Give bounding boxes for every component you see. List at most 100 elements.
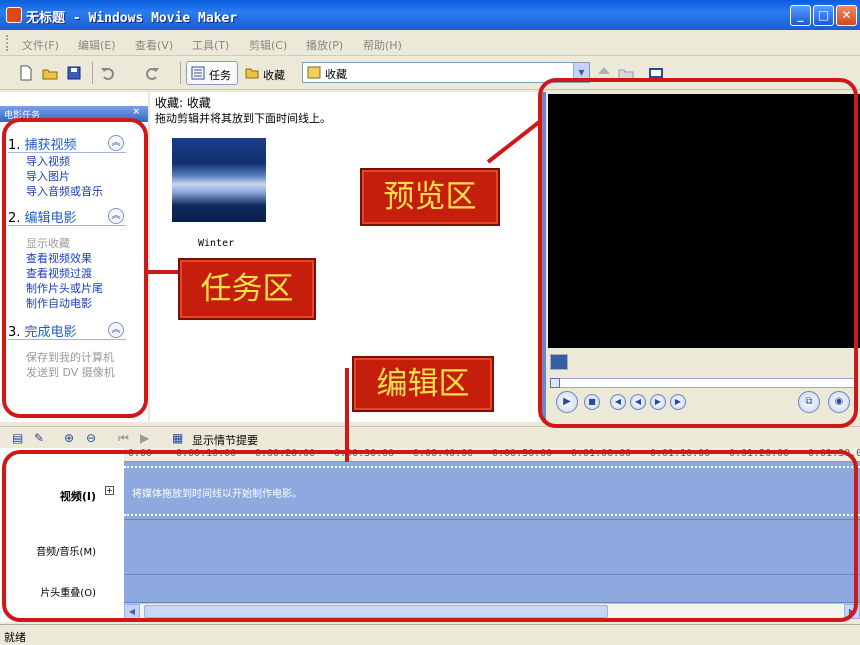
task-section-edit[interactable]: 2. 编辑电影 bbox=[8, 207, 77, 226]
main-toolbar: 任务 收藏 收藏 ▼ bbox=[0, 56, 860, 90]
collection-icon bbox=[307, 66, 321, 79]
task-divider bbox=[8, 339, 126, 340]
menu-clip[interactable]: 剪辑(C) bbox=[249, 37, 287, 53]
take-picture-icon[interactable]: ◉ bbox=[828, 391, 850, 413]
ruler-tick: 0:00:10.00 bbox=[176, 448, 237, 459]
preview-monitor: ▶ ■ ◀ ◀ ▶ ▶ ⧉ ◉ bbox=[542, 92, 860, 422]
audio-track[interactable] bbox=[124, 520, 860, 575]
undo-icon[interactable] bbox=[100, 65, 116, 81]
show-storyboard-button[interactable]: 显示情节提要 bbox=[192, 432, 258, 448]
next-frame-icon[interactable]: ▶ bbox=[670, 394, 686, 410]
track-dotted-line bbox=[124, 466, 860, 468]
new-collection-folder-icon[interactable] bbox=[618, 65, 634, 81]
preview-screen bbox=[548, 94, 860, 348]
timeline: 视频(I) + 音频/音乐(M) 片头重叠(O) 0:00 0:00:10.00… bbox=[0, 448, 860, 622]
collections-button[interactable]: 收藏 bbox=[240, 61, 296, 85]
task-link-import-picture[interactable]: 导入图片 bbox=[26, 168, 70, 184]
open-project-icon[interactable] bbox=[42, 65, 58, 81]
collapse-icon[interactable]: ︽ bbox=[108, 135, 124, 151]
task-link-make-titles[interactable]: 制作片头或片尾 bbox=[26, 280, 103, 296]
narrate-timeline-icon[interactable]: ✎ bbox=[34, 431, 48, 445]
scroll-left-icon[interactable]: ◀ bbox=[124, 604, 140, 619]
clip-name: Winter bbox=[198, 238, 235, 249]
collections-folder-icon bbox=[245, 68, 259, 79]
ruler-tick: 0:00:20.00 bbox=[255, 448, 316, 459]
chevron-down-icon[interactable]: ▼ bbox=[573, 63, 589, 82]
task-section-finish[interactable]: 3. 完成电影 bbox=[8, 321, 77, 340]
seek-bar-handle[interactable] bbox=[550, 378, 560, 388]
collapse-icon[interactable]: ︽ bbox=[108, 322, 124, 338]
task-section-capture[interactable]: 1. 捕获视频 bbox=[8, 134, 77, 153]
menu-grip bbox=[6, 35, 9, 51]
collection-hint: 拖动剪辑并将其放到下面时间线上。 bbox=[155, 112, 331, 125]
task-link-view-effects[interactable]: 查看视频效果 bbox=[26, 250, 92, 266]
collection-select-value: 收藏 bbox=[325, 68, 347, 81]
stop-icon[interactable]: ■ bbox=[584, 394, 600, 410]
title-overlay-track[interactable] bbox=[124, 575, 860, 603]
menu-help[interactable]: 帮助(H) bbox=[363, 37, 402, 53]
fullscreen-icon[interactable] bbox=[550, 354, 568, 370]
tasks-label: 任务 bbox=[209, 69, 231, 82]
track-label-title-overlay: 片头重叠(O) bbox=[40, 588, 96, 599]
task-pane-title: 电影任务 bbox=[4, 111, 41, 121]
rewind-timeline-icon[interactable]: ⏮ bbox=[118, 431, 132, 445]
collection-select[interactable]: 收藏 ▼ bbox=[302, 62, 590, 83]
new-project-icon[interactable] bbox=[18, 65, 34, 81]
scroll-right-icon[interactable]: ▶ bbox=[844, 604, 860, 619]
fast-forward-icon[interactable]: ▶ bbox=[650, 394, 666, 410]
play-icon[interactable]: ▶ bbox=[556, 391, 578, 413]
task-pane-close-icon[interactable]: × bbox=[132, 107, 140, 117]
maximize-button[interactable]: □ bbox=[813, 5, 834, 26]
video-track[interactable]: 将媒体拖放到时间线以开始制作电影。 bbox=[124, 462, 860, 520]
timeline-ruler[interactable]: 0:00 0:00:10.00 0:00:20.00 0:00:30.00 0:… bbox=[124, 448, 860, 462]
preview-area-callout: 预览区 bbox=[360, 168, 500, 226]
ruler-tick: 0:01:30.00 bbox=[808, 448, 860, 459]
zoom-in-icon[interactable]: ⊕ bbox=[64, 431, 78, 445]
task-link-view-transitions[interactable]: 查看视频过渡 bbox=[26, 265, 92, 281]
menu-edit[interactable]: 编辑(E) bbox=[78, 37, 116, 53]
track-label-audio: 音频/音乐(M) bbox=[36, 547, 96, 558]
task-pane-header: 电影任务 × bbox=[0, 106, 148, 122]
task-link-import-video[interactable]: 导入视频 bbox=[26, 153, 70, 169]
seek-bar[interactable] bbox=[550, 378, 858, 388]
task-link-save-to-computer: 保存到我的计算机 bbox=[26, 351, 114, 364]
status-text: 就绪 bbox=[4, 631, 26, 644]
window-title: 无标题 - Windows Movie Maker bbox=[26, 11, 238, 26]
minimize-button[interactable]: _ bbox=[790, 5, 811, 26]
ruler-tick: 0:01:10.00 bbox=[650, 448, 711, 459]
set-audio-levels-icon[interactable]: ▤ bbox=[12, 431, 26, 445]
previous-frame-icon[interactable]: ◀ bbox=[610, 394, 626, 410]
task-section-label: 完成电影 bbox=[24, 325, 77, 340]
play-timeline-icon[interactable]: ▶ bbox=[140, 431, 154, 445]
menu-play[interactable]: 播放(P) bbox=[306, 37, 343, 53]
task-pane: 电影任务 × 1. 捕获视频 ︽ 导入视频 导入图片 导入音频或音乐 2. 编辑… bbox=[0, 92, 148, 422]
title-bar: 无标题 - Windows Movie Maker _ □ ✕ bbox=[0, 0, 860, 30]
views-icon[interactable] bbox=[648, 65, 664, 81]
collection-up-icon[interactable] bbox=[596, 65, 612, 81]
expand-track-icon[interactable]: + bbox=[105, 486, 114, 495]
timeline-scrollbar[interactable]: ◀ ▶ bbox=[124, 603, 860, 619]
movie-maker-app-icon[interactable] bbox=[6, 7, 22, 23]
tasks-icon bbox=[191, 66, 205, 80]
menu-tools[interactable]: 工具(T) bbox=[192, 37, 229, 53]
zoom-out-icon[interactable]: ⊖ bbox=[86, 431, 100, 445]
task-section-label: 捕获视频 bbox=[24, 138, 77, 153]
task-link-import-audio[interactable]: 导入音频或音乐 bbox=[26, 183, 103, 199]
storyboard-icon[interactable]: ▦ bbox=[172, 431, 186, 445]
menu-file[interactable]: 文件(F) bbox=[22, 37, 59, 53]
split-clip-icon[interactable]: ⧉ bbox=[798, 391, 820, 413]
menu-view[interactable]: 查看(V) bbox=[135, 37, 173, 53]
task-area-callout: 任务区 bbox=[178, 258, 316, 320]
close-button[interactable]: ✕ bbox=[836, 5, 857, 26]
tasks-button[interactable]: 任务 bbox=[186, 61, 238, 85]
rewind-icon[interactable]: ◀ bbox=[630, 394, 646, 410]
redo-icon[interactable] bbox=[144, 65, 160, 81]
collapse-icon[interactable]: ︽ bbox=[108, 208, 124, 224]
track-labels: 视频(I) + 音频/音乐(M) 片头重叠(O) bbox=[0, 448, 124, 622]
task-link-automovie[interactable]: 制作自动电影 bbox=[26, 295, 92, 311]
edit-area-callout: 编辑区 bbox=[352, 356, 494, 412]
clip-thumbnail[interactable] bbox=[172, 138, 266, 222]
save-project-icon[interactable] bbox=[66, 65, 82, 81]
collection-title: 收藏: 收藏 bbox=[155, 96, 211, 110]
scrollbar-thumb[interactable] bbox=[144, 605, 608, 618]
